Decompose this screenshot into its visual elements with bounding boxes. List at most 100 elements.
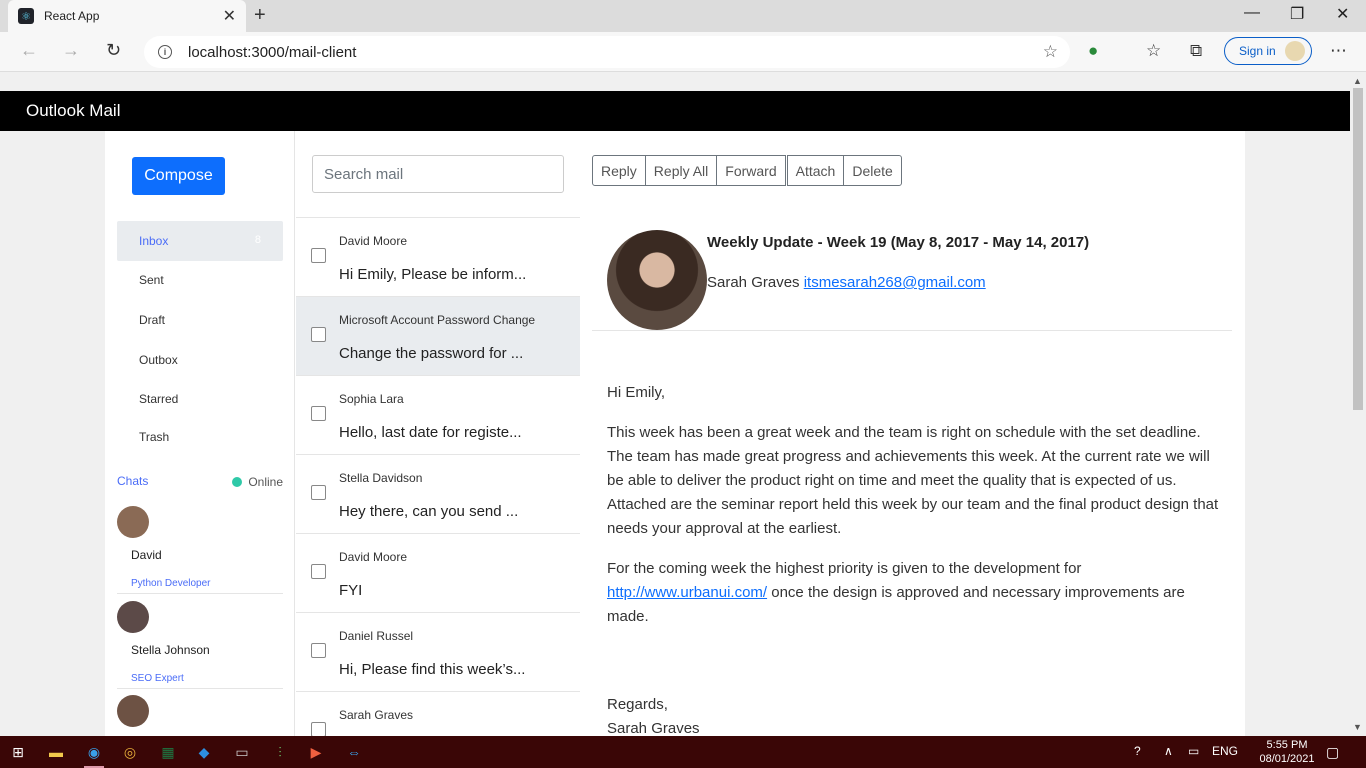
sender-avatar — [607, 230, 707, 330]
mail-item[interactable]: Sarah Graves — [296, 692, 580, 736]
back-icon[interactable]: ← — [20, 40, 38, 61]
mail-body: Hi Emily, This week has been a great wee… — [607, 381, 1222, 736]
edge-browser-icon[interactable]: ◉ — [82, 740, 106, 768]
folder-draft[interactable]: Draft — [117, 300, 283, 340]
mail-checkbox[interactable] — [311, 643, 326, 658]
scroll-down-icon[interactable]: ▼ — [1353, 722, 1362, 732]
page-scrollbar[interactable]: ▲ ▼ — [1350, 72, 1366, 736]
more-options-icon[interactable]: ⋯ — [1330, 41, 1347, 61]
mail-subject: Weekly Update - Week 19 (May 8, 2017 - M… — [707, 234, 1090, 251]
chat-name: Stella Johnson — [131, 643, 210, 657]
close-window-icon[interactable]: ✕ — [1336, 4, 1349, 24]
file-explorer-icon[interactable]: ▬ — [44, 740, 68, 764]
new-tab-icon[interactable]: + — [254, 4, 266, 27]
terminal-icon[interactable]: ▭ — [230, 740, 254, 764]
forward-button[interactable]: Forward — [716, 155, 786, 186]
chrome-icon[interactable]: ◎ — [118, 740, 142, 764]
scrollbar-thumb[interactable] — [1353, 88, 1363, 410]
mail-sender: Sarah Graves — [339, 708, 414, 722]
mail-item[interactable]: Microsoft Account Password Change Change… — [296, 297, 580, 376]
restore-icon[interactable]: ❐ — [1290, 4, 1304, 24]
mail-item[interactable]: Stella Davidson Hey there, can you send … — [296, 455, 580, 534]
show-hidden-icons-icon[interactable]: ∧ — [1164, 744, 1173, 758]
profile-avatar — [1285, 41, 1305, 61]
sender-email-link[interactable]: itsmesarah268@gmail.com — [804, 274, 986, 291]
info-icon[interactable]: i — [158, 45, 172, 59]
mail-checkbox[interactable] — [311, 327, 326, 342]
notifications-icon[interactable]: ▢ — [1326, 744, 1339, 761]
chat-item[interactable] — [117, 695, 283, 736]
scroll-up-icon[interactable]: ▲ — [1353, 76, 1362, 86]
excel-icon[interactable]: ▦ — [156, 740, 180, 764]
attach-button[interactable]: Attach — [786, 155, 845, 186]
mail-sender: Sophia Lara — [339, 392, 404, 406]
reading-pane: Reply Reply All Forward Attach Delete We… — [592, 131, 1232, 736]
sign-in-button[interactable]: Sign in — [1224, 37, 1312, 65]
teamviewer-icon[interactable]: ⇔ — [342, 740, 366, 764]
mail-sender: David Moore — [339, 234, 408, 248]
refresh-icon[interactable]: ↻ — [106, 40, 121, 61]
mail-sender: Stella Davidson — [339, 471, 423, 485]
network-icon[interactable]: ▭ — [1188, 744, 1199, 758]
clock[interactable]: 5:55 PM 08/01/2021 — [1258, 738, 1316, 766]
mail-item[interactable]: Daniel Russel Hi, Please find this week’… — [296, 613, 580, 692]
favorite-star-icon[interactable]: ☆ — [1043, 42, 1058, 62]
language-indicator[interactable]: ENG — [1212, 744, 1238, 758]
favorites-icon[interactable]: ☆ — [1146, 41, 1161, 61]
mail-item[interactable]: David Moore Hi Emily, Please be inform..… — [296, 218, 580, 297]
compose-button[interactable]: Compose — [132, 157, 225, 195]
browser-tab[interactable]: ⚛ React App ✕ — [8, 0, 246, 32]
mail-preview: Hello, last date for registe... — [339, 424, 522, 441]
mail-checkbox[interactable] — [311, 406, 326, 421]
address-bar[interactable]: i localhost:3000/mail-client ☆ — [144, 36, 1070, 68]
mail-preview: FYI — [339, 582, 363, 599]
mail-checkbox[interactable] — [311, 485, 326, 500]
search-input[interactable] — [312, 155, 564, 193]
mail-paragraph: For the coming week the highest priority… — [607, 557, 1222, 629]
sign-in-label: Sign in — [1239, 44, 1276, 58]
mail-checkbox[interactable] — [311, 722, 326, 736]
mail-regards: Regards, — [607, 696, 668, 713]
folder-label: Outbox — [139, 353, 178, 367]
mail-checkbox[interactable] — [311, 564, 326, 579]
extension-icon[interactable]: ● — [1088, 41, 1098, 61]
close-tab-icon[interactable]: ✕ — [223, 6, 236, 26]
folder-starred[interactable]: Starred — [117, 379, 283, 419]
windows-start-icon[interactable]: ⊞ — [6, 740, 30, 764]
folder-trash[interactable]: Trash — [117, 417, 283, 457]
collections-icon[interactable]: ⧉ — [1190, 41, 1202, 61]
mail-paragraph: This week has been a great week and the … — [607, 424, 1219, 537]
mail-item[interactable]: Sophia Lara Hello, last date for registe… — [296, 376, 580, 455]
forward-icon[interactable]: → — [62, 40, 80, 61]
folder-label: Trash — [139, 430, 170, 444]
app-header: Outlook Mail — [0, 91, 1350, 131]
reply-all-button[interactable]: Reply All — [644, 155, 718, 186]
chat-item[interactable]: David Python Developer — [117, 506, 283, 594]
reply-button[interactable]: Reply — [592, 155, 646, 186]
folder-label: Inbox — [139, 234, 169, 248]
folder-outbox[interactable]: Outbox — [117, 340, 283, 380]
clock-time: 5:55 PM — [1266, 739, 1308, 751]
urbanui-link[interactable]: http://www.urbanui.com/ — [607, 584, 767, 601]
chats-label: Chats — [117, 474, 149, 488]
vscode-icon[interactable]: ◆ — [192, 740, 216, 764]
app-icon[interactable]: ▶ — [304, 740, 328, 764]
mail-item[interactable]: David Moore FYI — [296, 534, 580, 613]
url-text[interactable]: localhost:3000/mail-client — [188, 44, 356, 61]
delete-button[interactable]: Delete — [843, 155, 902, 186]
chats-header: Chats Online — [117, 474, 283, 489]
paragraph-text: For the coming week the highest priority… — [607, 560, 1082, 577]
minimize-icon[interactable]: — — [1244, 4, 1260, 22]
folder-inbox[interactable]: Inbox 8 — [117, 221, 283, 261]
help-icon[interactable]: ? — [1134, 744, 1141, 758]
browser-tab-strip: ⚛ React App ✕ + — ❐ ✕ — [0, 0, 1366, 32]
app-icon[interactable]: ⫶ — [268, 740, 292, 764]
mail-preview: Hi Emily, Please be inform... — [339, 266, 527, 283]
sender-name: Sarah Graves — [707, 274, 800, 291]
folder-sent[interactable]: Sent — [117, 260, 283, 300]
mail-checkbox[interactable] — [311, 248, 326, 263]
mail-preview: Change the password for ... — [339, 345, 524, 362]
chat-item[interactable]: Stella Johnson SEO Expert — [117, 601, 283, 689]
chat-name: David — [131, 548, 162, 562]
avatar — [117, 695, 149, 727]
